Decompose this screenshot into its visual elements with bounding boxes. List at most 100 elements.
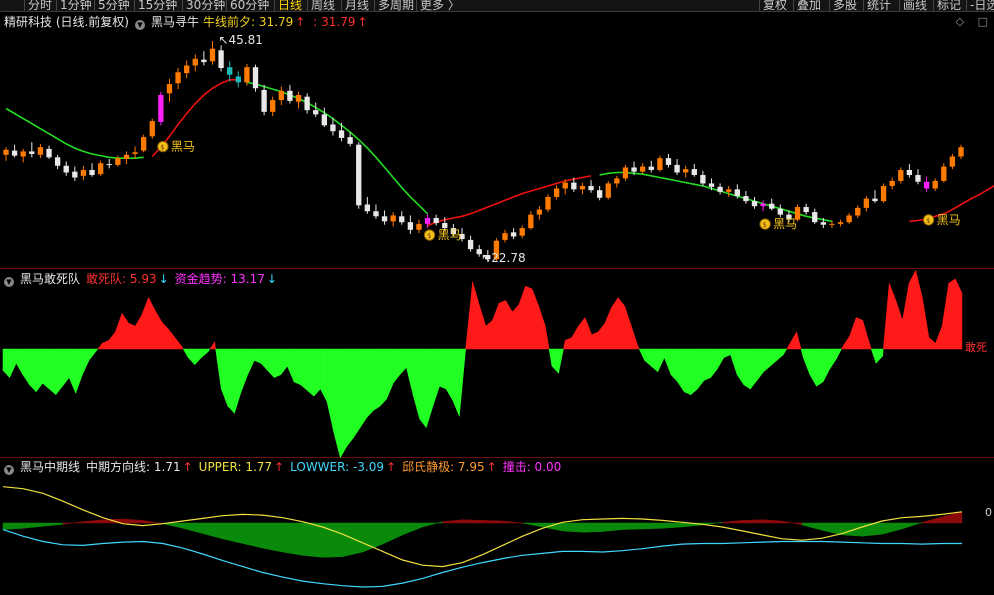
candle-body	[510, 232, 517, 237]
dare-squad-area	[333, 348, 341, 458]
dare-squad-area	[412, 348, 420, 420]
candle-body	[674, 164, 680, 173]
dare-squad-area	[512, 304, 520, 350]
candle-body	[433, 217, 439, 224]
dare-squad-area	[273, 348, 282, 378]
dare-squad-area	[769, 348, 778, 367]
candle-body	[579, 185, 586, 190]
dare-squad-area	[439, 348, 447, 390]
dare-squad-area	[75, 348, 83, 394]
dare-squad-area	[115, 313, 123, 350]
candle-body	[846, 215, 852, 223]
candle-body	[596, 190, 603, 198]
mid-direction-area	[422, 521, 443, 528]
dare-squad-area	[902, 283, 910, 350]
candle-body	[158, 94, 164, 122]
dare-squad-area	[697, 348, 705, 390]
dare-squad-area	[29, 348, 37, 393]
dare-squad-area	[346, 348, 354, 447]
high-price-label: ↖45.81	[218, 33, 262, 47]
mid-direction-area	[881, 522, 903, 535]
dare-squad-area	[445, 348, 453, 402]
dare-squad-area	[194, 348, 202, 366]
dare-squad-area	[703, 348, 711, 381]
candle-body	[270, 100, 276, 112]
money-bag-icon-symbol: $	[427, 232, 431, 240]
dare-squad-area	[955, 278, 963, 350]
dare-squad-area	[683, 348, 692, 396]
dare-squad-area	[101, 340, 110, 350]
dare-squad-area	[548, 348, 553, 367]
mid-direction-area	[302, 522, 323, 558]
dare-squad-area	[379, 348, 387, 407]
dare-squad-area	[9, 348, 17, 378]
dare-squad-area	[558, 348, 564, 374]
candle-body	[184, 65, 190, 74]
dare-squad-area	[267, 348, 275, 379]
dare-squad-area	[2, 348, 10, 379]
dare-squad-area	[472, 281, 480, 350]
candle-body	[11, 150, 18, 156]
dare-squad-area	[717, 348, 725, 370]
dare-squad-area	[638, 348, 645, 361]
dare-squad-area	[836, 348, 842, 360]
dare-squad-area	[240, 348, 248, 392]
candle-body	[605, 183, 611, 198]
dare-squad-area	[816, 348, 824, 387]
dare-squad-area	[432, 348, 440, 407]
dare-squad-area	[359, 348, 368, 429]
dare-squad-area	[174, 336, 182, 350]
candle-body	[192, 58, 198, 66]
mid-direction-area	[282, 522, 303, 556]
dare-squad-area	[49, 348, 57, 396]
candle-body	[648, 166, 654, 170]
dare-squad-area	[459, 348, 466, 417]
mid-direction-area	[142, 520, 164, 524]
candle-body	[424, 217, 431, 224]
dare-squad-area	[743, 348, 751, 390]
dare-squad-area	[564, 337, 573, 350]
main-line-1	[5, 107, 144, 159]
money-bag-icon-symbol: $	[926, 217, 930, 225]
dare-squad-area	[869, 343, 872, 350]
dare-squad-area	[161, 321, 169, 350]
candle-body	[726, 189, 732, 192]
dare-squad-area	[227, 348, 235, 414]
dare-squad-area	[908, 270, 916, 350]
candle-body	[321, 114, 328, 126]
dare-squad-area	[870, 348, 877, 364]
dare-squad-area	[95, 348, 99, 353]
dare-squad-area	[538, 306, 546, 350]
candle-body	[657, 158, 663, 170]
dare-squad-area	[55, 348, 63, 396]
kline-chart[interactable]: ↖45.81 ↖22.78 $ 黑马 $ 黑马 $ 黑马 $ 黑马	[0, 0, 994, 595]
candle-body	[201, 59, 207, 63]
dare-squad-area	[234, 348, 242, 414]
candle-body	[72, 171, 78, 178]
dare-squad-area	[128, 322, 136, 350]
candle-body	[140, 137, 147, 151]
candle-body	[880, 185, 887, 202]
dare-squad-area	[478, 304, 487, 350]
dare-squad-area	[941, 283, 950, 350]
mid-direction-area	[841, 522, 863, 537]
candle-body	[855, 207, 861, 216]
mid-direction-area	[781, 520, 803, 526]
dare-squad-area	[895, 300, 903, 350]
candle-body	[915, 175, 921, 182]
dare-squad-area	[803, 348, 811, 375]
candle-body	[553, 188, 560, 197]
candle-body	[906, 169, 913, 176]
candle-body	[235, 76, 241, 83]
mid-direction-area	[761, 519, 783, 524]
dare-squad-area	[763, 348, 771, 373]
candle-body	[528, 214, 534, 229]
candle-body	[123, 154, 130, 160]
dare-squad-area	[320, 348, 328, 403]
candle-body	[639, 166, 646, 172]
black-horse-signal-label: 黑马	[773, 217, 797, 231]
dare-squad-area	[419, 348, 427, 429]
dare-squad-area	[611, 296, 619, 350]
dare-squad-area	[373, 348, 381, 411]
dare-squad-area	[62, 348, 70, 387]
